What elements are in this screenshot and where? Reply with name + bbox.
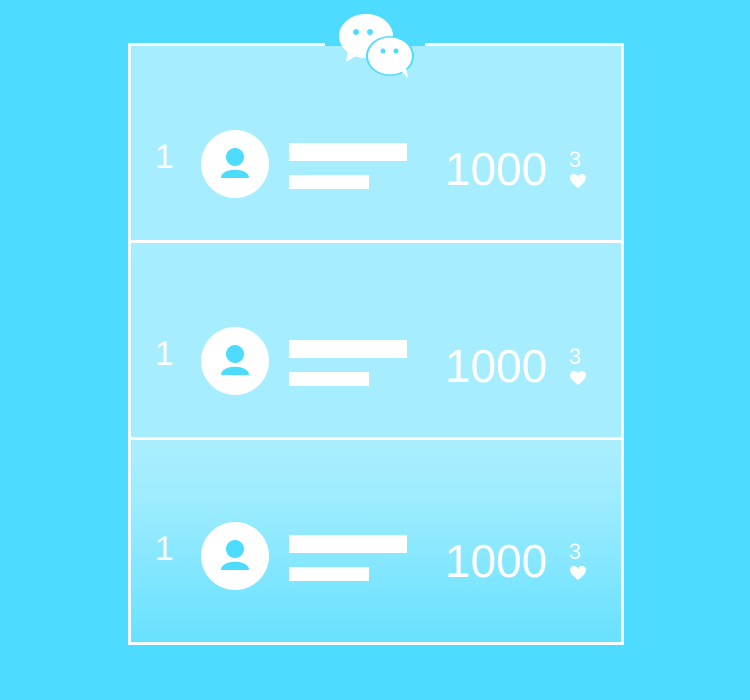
subtitle-placeholder-bar xyxy=(289,372,369,386)
heart-icon[interactable] xyxy=(569,173,587,189)
like-count: 3 xyxy=(569,147,582,172)
like-count: 3 xyxy=(569,344,582,369)
name-placeholder-bar xyxy=(289,340,407,358)
rank-number: 1 xyxy=(155,138,174,176)
name-placeholder-bar xyxy=(289,143,407,161)
score-value: 1000 xyxy=(445,143,548,195)
ranking-row-3[interactable]: 1 1000 3 xyxy=(131,440,621,642)
heart-icon[interactable] xyxy=(569,565,587,581)
score-value: 1000 xyxy=(445,535,548,587)
rank-number: 1 xyxy=(155,335,174,373)
ranking-card: 1 1000 3 1 1000 3 1 1000 3 xyxy=(128,14,624,645)
user-avatar-icon[interactable] xyxy=(201,327,269,395)
heart-icon[interactable] xyxy=(569,370,587,386)
ranking-row-2[interactable]: 1 1000 3 xyxy=(131,243,621,437)
user-avatar-icon[interactable] xyxy=(201,130,269,198)
rank-number: 1 xyxy=(155,530,174,568)
score-value: 1000 xyxy=(445,340,548,392)
subtitle-placeholder-bar xyxy=(289,175,369,189)
user-avatar-icon[interactable] xyxy=(201,522,269,590)
chat-bubbles-icon xyxy=(339,14,414,78)
name-placeholder-bar xyxy=(289,535,407,553)
like-count: 3 xyxy=(569,539,582,564)
subtitle-placeholder-bar xyxy=(289,567,369,581)
